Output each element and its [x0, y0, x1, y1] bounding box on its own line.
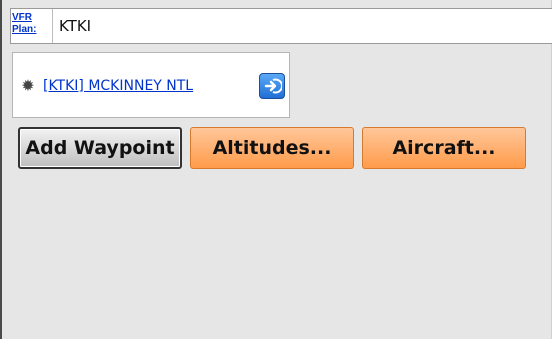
app-frame: VFR Plan: ✹ [KTKI] MCKINNEY NTL Add Wayp…: [0, 0, 552, 339]
vfr-plan-header: VFR Plan:: [10, 8, 552, 44]
waypoint-card: ✹ [KTKI] MCKINNEY NTL: [12, 52, 290, 118]
vfr-plan-link[interactable]: VFR Plan:: [12, 12, 50, 40]
vfr-plan-link-line1: VFR: [12, 12, 32, 23]
altitudes-button[interactable]: Altitudes...: [190, 127, 354, 169]
direct-to-icon[interactable]: [259, 73, 285, 99]
aircraft-button[interactable]: Aircraft...: [362, 127, 526, 169]
add-waypoint-button[interactable]: Add Waypoint: [18, 127, 182, 169]
vfr-plan-link-line2: Plan:: [12, 24, 37, 35]
flight-plan-input[interactable]: [55, 9, 551, 43]
header-divider: [52, 9, 53, 43]
waypoint-link[interactable]: [KTKI] MCKINNEY NTL: [43, 77, 193, 95]
gear-icon[interactable]: ✹: [19, 77, 37, 95]
